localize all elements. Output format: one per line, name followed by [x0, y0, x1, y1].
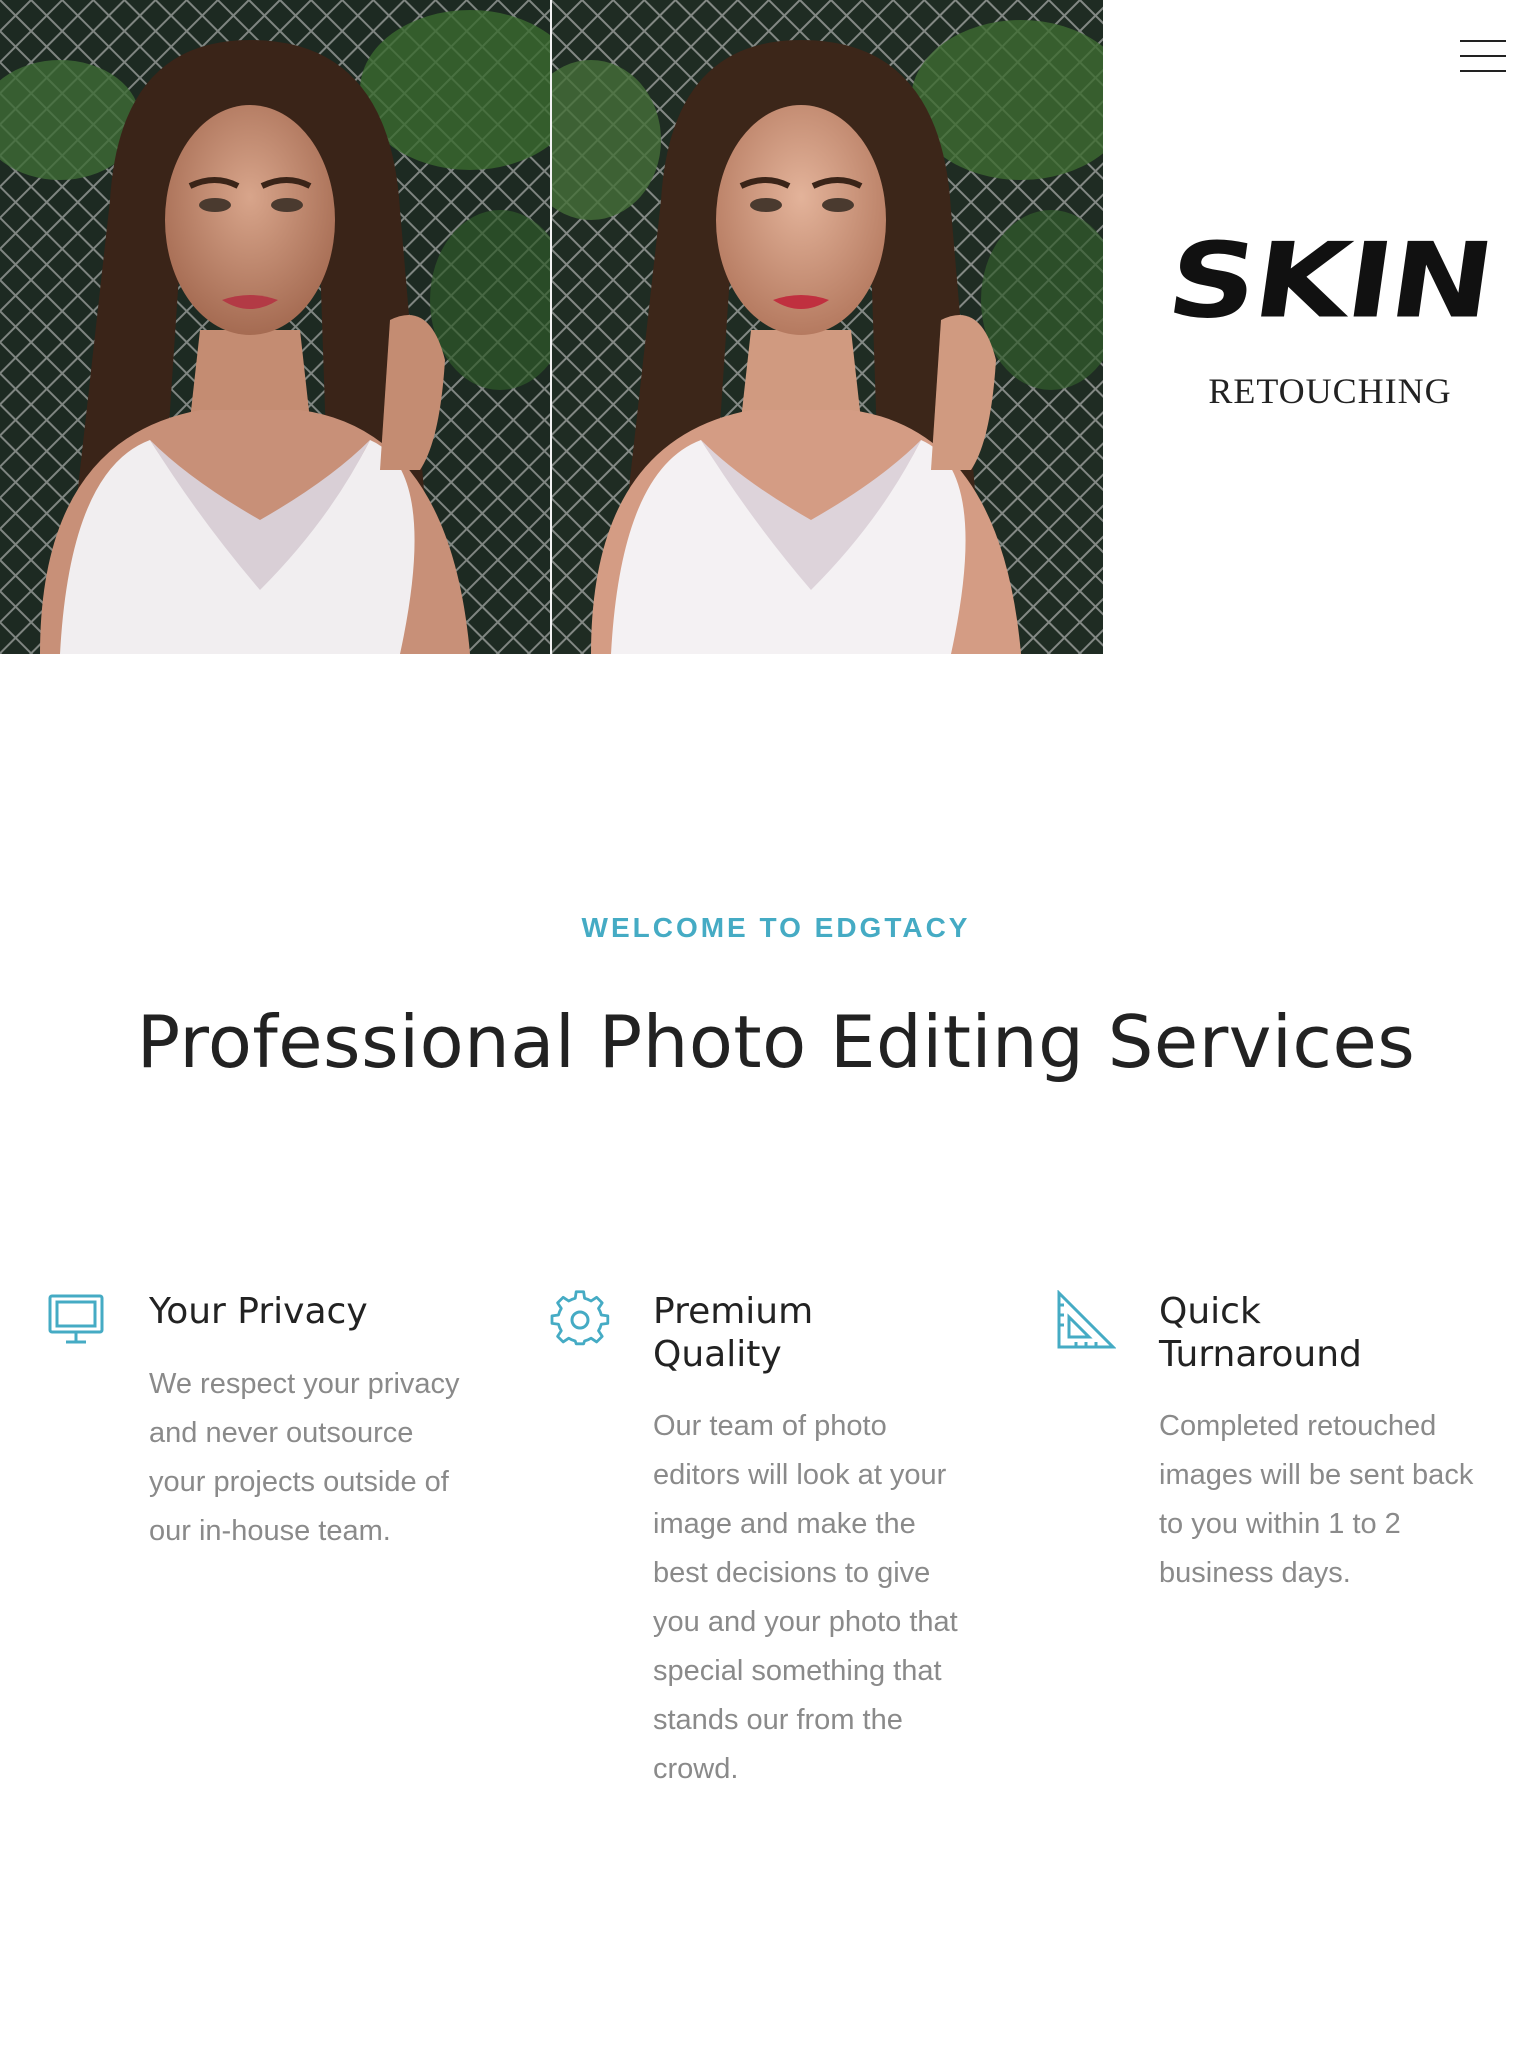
- page-headline: Professional Photo Editing Services: [136, 1000, 1416, 1084]
- feature-title: Your Privacy: [149, 1291, 368, 1332]
- after-retouch-photo: [551, 0, 1103, 654]
- feature-title: Premium Quality: [653, 1291, 814, 1375]
- section-eyebrow: WELCOME TO EDGTACY: [581, 912, 971, 943]
- before-retouch-photo: [0, 0, 551, 654]
- hero-section: SKIN RETOUCHING: [0, 0, 1536, 654]
- feature-title: Quick Turnaround: [1159, 1291, 1362, 1375]
- set-square-icon: [1056, 1290, 1116, 1350]
- feature-text: Completed retouched images will be sent …: [1159, 1410, 1474, 1589]
- gear-icon: [550, 1290, 610, 1350]
- logo-wordmark: SKIN: [1160, 220, 1500, 342]
- photo-divider: [550, 0, 552, 654]
- feature-text: We respect your privacy and never outsou…: [149, 1368, 460, 1547]
- hamburger-menu-icon[interactable]: [1460, 38, 1506, 74]
- logo-subtitle: RETOUCHING: [1208, 371, 1452, 411]
- feature-text: Our team of photo editors will look at y…: [653, 1410, 958, 1785]
- site-logo[interactable]: SKIN RETOUCHING: [1140, 220, 1520, 412]
- monitor-icon: [46, 1290, 106, 1350]
